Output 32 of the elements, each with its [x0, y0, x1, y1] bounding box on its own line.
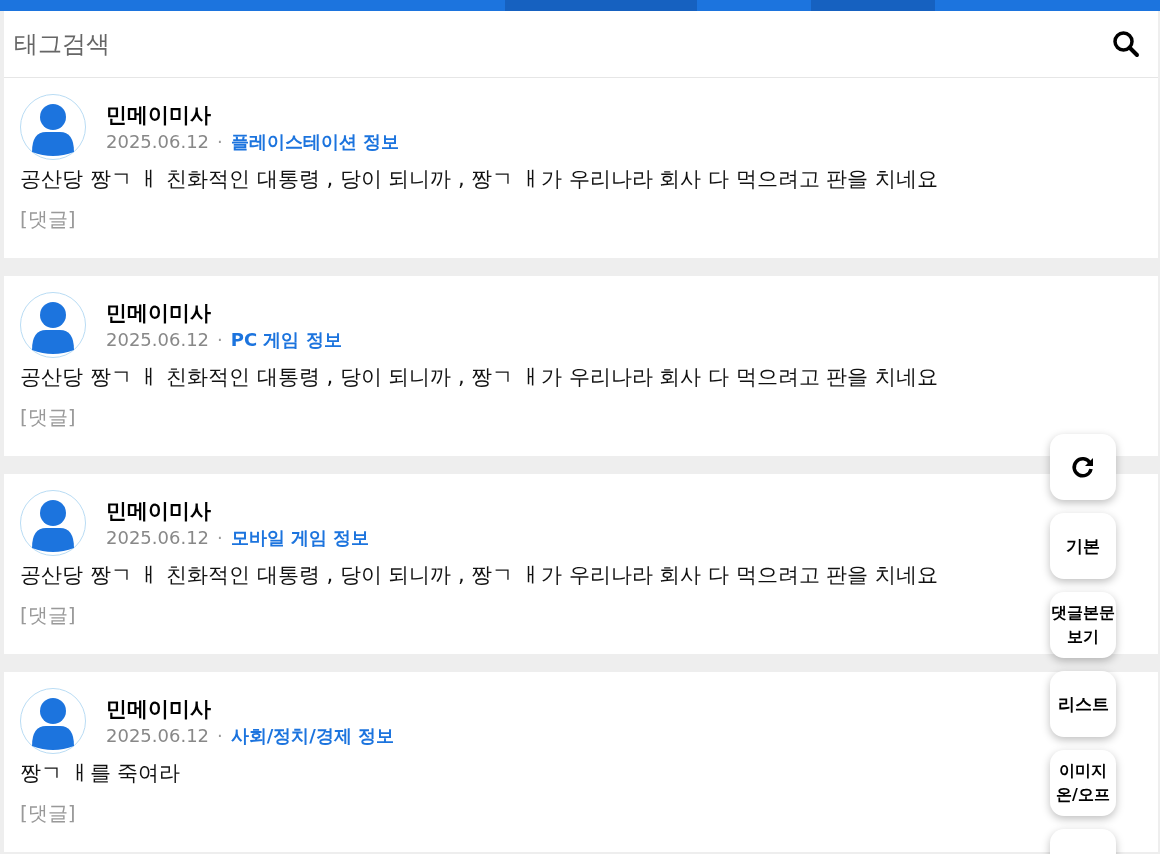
- refresh-button[interactable]: [1050, 434, 1116, 500]
- category-link[interactable]: 사회/정치/경제 정보: [230, 724, 395, 748]
- search-icon[interactable]: [1112, 30, 1140, 58]
- separator-dot: ·: [217, 328, 223, 352]
- post-text[interactable]: 공산당 짱ㄱ ㅐ 친화적인 대통령 , 당이 되니까 , 짱ㄱ ㅐ가 우리나라 회사 다 먹으려고 판을 치네요: [20, 558, 939, 592]
- search-field[interactable]: 태그검색: [4, 11, 1158, 78]
- post-date: 2025.06.12: [106, 724, 210, 748]
- post-date: 2025.06.12: [106, 328, 210, 352]
- category-link[interactable]: 모바일 게임 정보: [230, 526, 370, 550]
- avatar-icon: [20, 292, 86, 358]
- view-mode-button[interactable]: 기본: [1050, 513, 1116, 579]
- separator-dot: ·: [217, 130, 223, 154]
- avatar-icon: [20, 688, 86, 754]
- post-date: 2025.06.12: [106, 130, 210, 154]
- separator-dot: ·: [217, 724, 223, 748]
- avatar-icon: [20, 94, 86, 160]
- post-text[interactable]: 공산당 짱ㄱ ㅐ 친화적인 대통령 , 당이 되니까 , 짱ㄱ ㅐ가 우리나라 회사 다 먹으려고 판을 치네요: [20, 162, 939, 196]
- author-name: 민메이미사: [106, 300, 212, 327]
- post-text[interactable]: 공산당 짱ㄱ ㅐ 친화적인 대통령 , 당이 되니까 , 짱ㄱ ㅐ가 우리나라 회사 다 먹으려고 판을 치네요: [20, 360, 939, 394]
- separator-dot: ·: [217, 526, 223, 550]
- author-name: 민메이미사: [106, 102, 212, 129]
- view-mode-button[interactable]: 이미지 온/오프: [1050, 750, 1116, 816]
- author-name: 민메이미사: [106, 696, 212, 723]
- author-name: 민메이미사: [106, 498, 212, 525]
- category-link[interactable]: 플레이스테이션 정보: [230, 130, 400, 154]
- view-mode-button[interactable]: 리스트: [1050, 671, 1116, 737]
- category-link[interactable]: PC 게임 정보: [230, 328, 342, 352]
- view-mode-button[interactable]: 댓글본문 보기: [1050, 592, 1116, 658]
- post-text[interactable]: 짱ㄱ ㅐ를 죽여라: [20, 756, 181, 790]
- refresh-icon: [1071, 455, 1095, 479]
- post-date: 2025.06.12: [106, 526, 210, 550]
- avatar-icon: [20, 490, 86, 556]
